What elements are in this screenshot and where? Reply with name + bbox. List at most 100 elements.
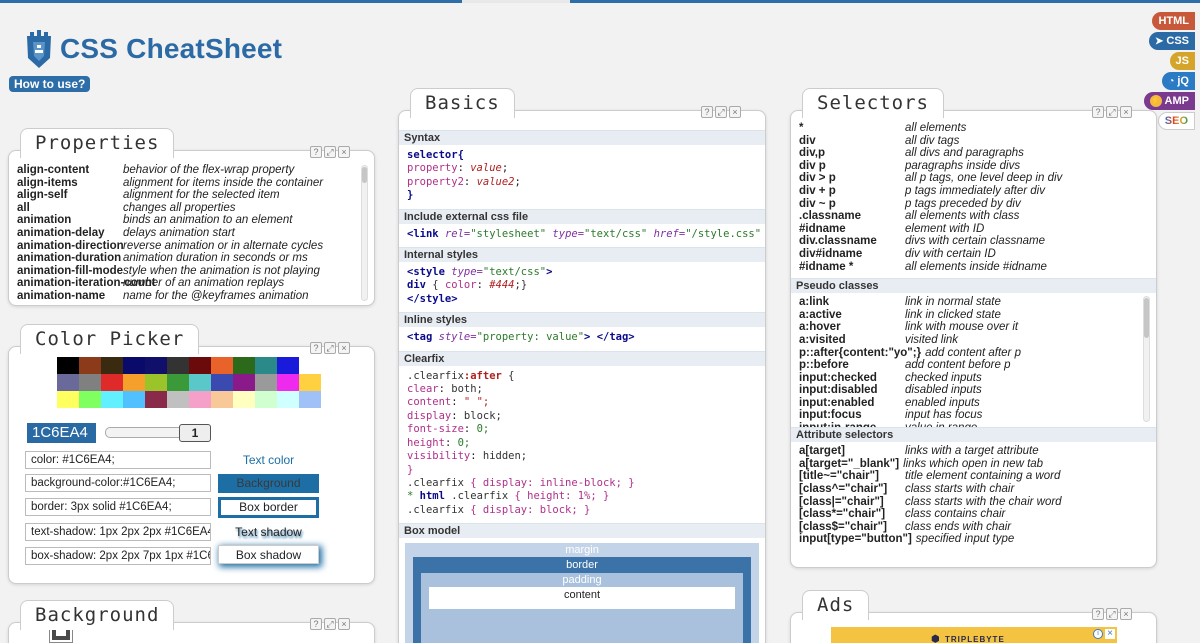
help-icon[interactable]: ? <box>701 106 713 118</box>
help-icon[interactable]: ? <box>1092 608 1104 620</box>
border-code-field[interactable]: border: 3px solid #1C6EA4; <box>25 498 211 516</box>
background-code-field[interactable]: background-color:#1C6EA4; <box>25 474 211 492</box>
color-swatch[interactable] <box>255 357 277 374</box>
color-swatch[interactable] <box>233 391 255 408</box>
color-swatch[interactable] <box>57 357 79 374</box>
close-icon[interactable]: × <box>1120 608 1132 620</box>
color-swatch[interactable] <box>299 391 321 408</box>
lang-tab-jquery[interactable]: ◔ jQ <box>1162 72 1195 90</box>
lang-tab-html[interactable]: HTML <box>1152 12 1195 30</box>
how-to-use-button[interactable]: How to use? <box>9 76 91 92</box>
expand-icon[interactable]: ⤢ <box>1106 106 1118 118</box>
property-row[interactable]: animation-duration animation duration in … <box>17 252 356 265</box>
color-swatch[interactable] <box>233 357 255 374</box>
color-swatch[interactable] <box>167 391 189 408</box>
help-icon[interactable]: ? <box>310 342 322 354</box>
close-icon[interactable]: × <box>729 106 741 118</box>
hex-value-display[interactable]: 1C6EA4 <box>27 423 96 443</box>
selector-name: .classname <box>799 210 862 223</box>
lang-tab-css[interactable]: ➤ CSS <box>1148 32 1195 50</box>
ad-close-icon[interactable]: × <box>1105 629 1115 639</box>
close-icon[interactable]: × <box>338 146 350 158</box>
expand-icon[interactable]: ⤢ <box>715 106 727 118</box>
property-row[interactable]: animation binds an animation to an elemen… <box>17 214 356 227</box>
color-swatch[interactable] <box>145 374 167 391</box>
color-swatch[interactable] <box>79 391 101 408</box>
site-logo[interactable]: CSS CheatSheet <box>24 28 282 70</box>
pseudo-classes-scroll[interactable]: a:link link in normal state a:active link i… <box>791 293 1156 427</box>
selector-desc: div with certain ID <box>905 247 996 260</box>
expand-icon[interactable]: ⤢ <box>324 618 336 630</box>
lang-tab-seo[interactable]: SEO <box>1157 112 1195 130</box>
text-color-button[interactable]: Text color <box>218 451 319 470</box>
color-swatch[interactable] <box>211 391 233 408</box>
property-row[interactable]: all changes all properties <box>17 202 356 215</box>
selector-name: [class$="chair"] <box>799 520 887 533</box>
color-swatch[interactable] <box>233 374 255 391</box>
color-swatch[interactable] <box>277 391 299 408</box>
help-icon[interactable]: ? <box>310 146 322 158</box>
color-swatch[interactable] <box>277 374 299 391</box>
color-swatch[interactable] <box>123 391 145 408</box>
color-swatch[interactable] <box>79 357 101 374</box>
color-swatch[interactable] <box>189 391 211 408</box>
color-swatch[interactable] <box>57 374 79 391</box>
color-swatch[interactable] <box>167 357 189 374</box>
text-shadow-code-field[interactable]: text-shadow: 1px 2px 2px #1C6EA4 <box>25 523 211 541</box>
color-palette[interactable] <box>57 357 321 408</box>
clearfix-code[interactable]: .clearfix:after { clear: both; content: … <box>399 366 765 523</box>
property-row[interactable]: animation-name name for the @keyframes an… <box>17 290 356 303</box>
close-icon[interactable]: × <box>338 342 350 354</box>
help-icon[interactable]: ? <box>1092 106 1104 118</box>
color-swatch[interactable] <box>101 357 123 374</box>
box-border-button[interactable]: Box border <box>218 497 319 518</box>
syntax-code[interactable]: selector{ property: value; property2: va… <box>399 145 765 209</box>
property-row[interactable]: animation-iteration-count number of an an… <box>17 277 356 290</box>
text-shadow-button[interactable]: Text shadow <box>218 523 319 542</box>
color-swatch[interactable] <box>145 357 167 374</box>
text-color-code-field[interactable]: color: #1C6EA4; <box>25 451 211 469</box>
opacity-value[interactable]: 1 <box>179 424 211 442</box>
color-swatch[interactable] <box>189 374 211 391</box>
expand-icon[interactable]: ⤢ <box>1106 608 1118 620</box>
help-icon[interactable]: ? <box>310 618 322 630</box>
color-swatch[interactable] <box>57 391 79 408</box>
ad-info-icon[interactable]: i <box>1093 629 1103 639</box>
property-row[interactable]: align-items alignment for items inside th… <box>17 177 356 190</box>
color-swatch[interactable] <box>299 357 321 374</box>
properties-list[interactable]: align-content behavior of the flex-wrap p… <box>17 164 356 303</box>
color-swatch[interactable] <box>79 374 101 391</box>
close-icon[interactable]: × <box>338 618 350 630</box>
expand-icon[interactable]: ⤢ <box>324 146 336 158</box>
color-swatch[interactable] <box>299 374 321 391</box>
property-row[interactable]: align-self alignment for the selected ite… <box>17 189 356 202</box>
background-button[interactable]: Background <box>218 474 319 493</box>
pseudo-scrollbar[interactable] <box>1143 296 1150 423</box>
color-swatch[interactable] <box>145 391 167 408</box>
color-swatch[interactable] <box>255 374 277 391</box>
color-swatch[interactable] <box>123 357 145 374</box>
properties-scrollbar[interactable] <box>361 165 368 301</box>
lang-tab-js[interactable]: JS <box>1169 52 1195 70</box>
property-row[interactable]: animation-fill-mode style when the animat… <box>17 265 356 278</box>
property-row[interactable]: animation-direction reverse animation or … <box>17 240 356 253</box>
color-swatch[interactable] <box>211 374 233 391</box>
property-row[interactable]: align-content behavior of the flex-wrap p… <box>17 164 356 177</box>
color-swatch[interactable] <box>277 357 299 374</box>
color-swatch[interactable] <box>167 374 189 391</box>
box-shadow-button[interactable]: Box shadow <box>218 545 319 564</box>
close-icon[interactable]: × <box>1120 106 1132 118</box>
property-row[interactable]: animation-delay delays animation start <box>17 227 356 240</box>
inline-code[interactable]: <tag style="property: value"> </tag> <box>399 327 765 350</box>
include-code[interactable]: <link rel="stylesheet" type="text/css" h… <box>399 224 765 247</box>
color-swatch[interactable] <box>123 374 145 391</box>
box-shadow-code-field[interactable]: box-shadow: 2px 2px 7px 1px #1C6EA4 <box>25 547 211 565</box>
color-swatch[interactable] <box>189 357 211 374</box>
ad-banner[interactable]: ⬢ TRIPLEBYTE i × <box>831 627 1117 643</box>
color-swatch[interactable] <box>101 391 123 408</box>
color-swatch[interactable] <box>211 357 233 374</box>
internal-code[interactable]: <style type="text/css"> div { color: #44… <box>399 262 765 312</box>
expand-icon[interactable]: ⤢ <box>324 342 336 354</box>
color-swatch[interactable] <box>101 374 123 391</box>
color-swatch[interactable] <box>255 391 277 408</box>
